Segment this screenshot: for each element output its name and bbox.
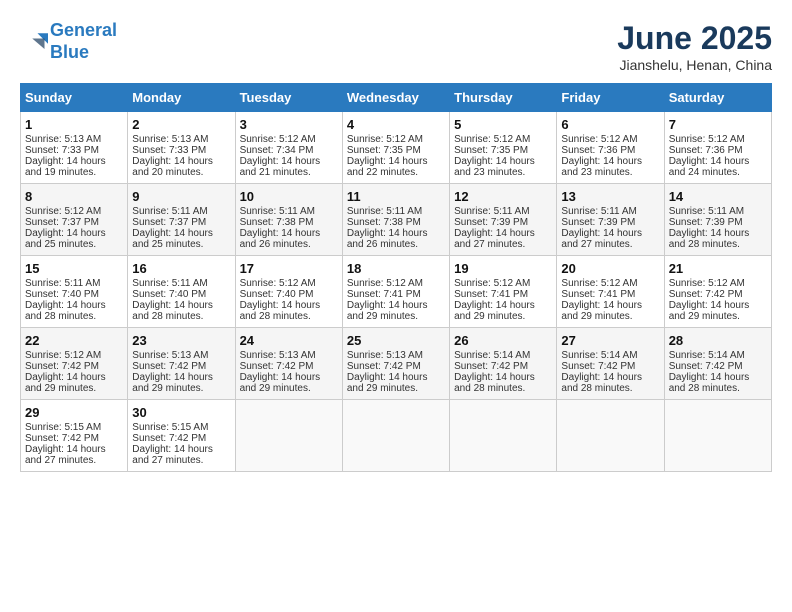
- day-number: 22: [25, 333, 123, 348]
- day-number: 30: [132, 405, 230, 420]
- day-cell-6: 6Sunrise: 5:12 AMSunset: 7:36 PMDaylight…: [557, 112, 664, 184]
- week-row-5: 29Sunrise: 5:15 AMSunset: 7:42 PMDayligh…: [21, 400, 772, 472]
- day-cell-14: 14Sunrise: 5:11 AMSunset: 7:39 PMDayligh…: [664, 184, 771, 256]
- day-number: 15: [25, 261, 123, 276]
- day-number: 7: [669, 117, 767, 132]
- day-cell-7: 7Sunrise: 5:12 AMSunset: 7:36 PMDaylight…: [664, 112, 771, 184]
- day-cell-21: 21Sunrise: 5:12 AMSunset: 7:42 PMDayligh…: [664, 256, 771, 328]
- week-row-2: 8Sunrise: 5:12 AMSunset: 7:37 PMDaylight…: [21, 184, 772, 256]
- day-number: 10: [240, 189, 338, 204]
- day-cell-5: 5Sunrise: 5:12 AMSunset: 7:35 PMDaylight…: [450, 112, 557, 184]
- logo-blue: Blue: [50, 42, 89, 62]
- day-number: 1: [25, 117, 123, 132]
- day-cell-16: 16Sunrise: 5:11 AMSunset: 7:40 PMDayligh…: [128, 256, 235, 328]
- day-number: 26: [454, 333, 552, 348]
- day-cell-17: 17Sunrise: 5:12 AMSunset: 7:40 PMDayligh…: [235, 256, 342, 328]
- weekday-header-sunday: Sunday: [21, 84, 128, 112]
- day-cell-22: 22Sunrise: 5:12 AMSunset: 7:42 PMDayligh…: [21, 328, 128, 400]
- week-row-1: 1Sunrise: 5:13 AMSunset: 7:33 PMDaylight…: [21, 112, 772, 184]
- weekday-header-wednesday: Wednesday: [342, 84, 449, 112]
- day-number: 28: [669, 333, 767, 348]
- day-number: 29: [25, 405, 123, 420]
- day-number: 20: [561, 261, 659, 276]
- logo: General Blue: [20, 20, 117, 63]
- day-cell-9: 9Sunrise: 5:11 AMSunset: 7:37 PMDaylight…: [128, 184, 235, 256]
- day-cell-1: 1Sunrise: 5:13 AMSunset: 7:33 PMDaylight…: [21, 112, 128, 184]
- week-row-4: 22Sunrise: 5:12 AMSunset: 7:42 PMDayligh…: [21, 328, 772, 400]
- day-number: 6: [561, 117, 659, 132]
- title-block: June 2025 Jianshelu, Henan, China: [617, 20, 772, 73]
- weekday-header-monday: Monday: [128, 84, 235, 112]
- logo-general: General: [50, 20, 117, 40]
- weekday-header-friday: Friday: [557, 84, 664, 112]
- day-number: 21: [669, 261, 767, 276]
- day-number: 13: [561, 189, 659, 204]
- day-cell-12: 12Sunrise: 5:11 AMSunset: 7:39 PMDayligh…: [450, 184, 557, 256]
- day-cell-3: 3Sunrise: 5:12 AMSunset: 7:34 PMDaylight…: [235, 112, 342, 184]
- day-number: 17: [240, 261, 338, 276]
- day-cell-15: 15Sunrise: 5:11 AMSunset: 7:40 PMDayligh…: [21, 256, 128, 328]
- day-cell-26: 26Sunrise: 5:14 AMSunset: 7:42 PMDayligh…: [450, 328, 557, 400]
- day-cell-20: 20Sunrise: 5:12 AMSunset: 7:41 PMDayligh…: [557, 256, 664, 328]
- page-header: General Blue June 2025 Jianshelu, Henan,…: [20, 20, 772, 73]
- location: Jianshelu, Henan, China: [617, 57, 772, 73]
- day-cell-25: 25Sunrise: 5:13 AMSunset: 7:42 PMDayligh…: [342, 328, 449, 400]
- day-number: 4: [347, 117, 445, 132]
- day-cell-30: 30Sunrise: 5:15 AMSunset: 7:42 PMDayligh…: [128, 400, 235, 472]
- day-number: 2: [132, 117, 230, 132]
- month-title: June 2025: [617, 20, 772, 57]
- day-cell-13: 13Sunrise: 5:11 AMSunset: 7:39 PMDayligh…: [557, 184, 664, 256]
- day-number: 18: [347, 261, 445, 276]
- day-number: 14: [669, 189, 767, 204]
- day-number: 3: [240, 117, 338, 132]
- day-cell-4: 4Sunrise: 5:12 AMSunset: 7:35 PMDaylight…: [342, 112, 449, 184]
- day-cell-23: 23Sunrise: 5:13 AMSunset: 7:42 PMDayligh…: [128, 328, 235, 400]
- day-number: 23: [132, 333, 230, 348]
- empty-cell: [235, 400, 342, 472]
- empty-cell: [450, 400, 557, 472]
- day-cell-19: 19Sunrise: 5:12 AMSunset: 7:41 PMDayligh…: [450, 256, 557, 328]
- day-cell-11: 11Sunrise: 5:11 AMSunset: 7:38 PMDayligh…: [342, 184, 449, 256]
- day-cell-28: 28Sunrise: 5:14 AMSunset: 7:42 PMDayligh…: [664, 328, 771, 400]
- day-cell-2: 2Sunrise: 5:13 AMSunset: 7:33 PMDaylight…: [128, 112, 235, 184]
- day-cell-10: 10Sunrise: 5:11 AMSunset: 7:38 PMDayligh…: [235, 184, 342, 256]
- day-number: 11: [347, 189, 445, 204]
- empty-cell: [342, 400, 449, 472]
- day-number: 16: [132, 261, 230, 276]
- weekday-header-row: SundayMondayTuesdayWednesdayThursdayFrid…: [21, 84, 772, 112]
- day-number: 12: [454, 189, 552, 204]
- weekday-header-tuesday: Tuesday: [235, 84, 342, 112]
- day-number: 27: [561, 333, 659, 348]
- day-cell-8: 8Sunrise: 5:12 AMSunset: 7:37 PMDaylight…: [21, 184, 128, 256]
- calendar-table: SundayMondayTuesdayWednesdayThursdayFrid…: [20, 83, 772, 472]
- week-row-3: 15Sunrise: 5:11 AMSunset: 7:40 PMDayligh…: [21, 256, 772, 328]
- day-number: 9: [132, 189, 230, 204]
- day-cell-27: 27Sunrise: 5:14 AMSunset: 7:42 PMDayligh…: [557, 328, 664, 400]
- weekday-header-thursday: Thursday: [450, 84, 557, 112]
- day-cell-24: 24Sunrise: 5:13 AMSunset: 7:42 PMDayligh…: [235, 328, 342, 400]
- weekday-header-saturday: Saturday: [664, 84, 771, 112]
- day-number: 8: [25, 189, 123, 204]
- day-number: 24: [240, 333, 338, 348]
- day-cell-29: 29Sunrise: 5:15 AMSunset: 7:42 PMDayligh…: [21, 400, 128, 472]
- day-number: 5: [454, 117, 552, 132]
- day-number: 19: [454, 261, 552, 276]
- empty-cell: [664, 400, 771, 472]
- day-cell-18: 18Sunrise: 5:12 AMSunset: 7:41 PMDayligh…: [342, 256, 449, 328]
- day-number: 25: [347, 333, 445, 348]
- logo-icon: [20, 28, 48, 56]
- empty-cell: [557, 400, 664, 472]
